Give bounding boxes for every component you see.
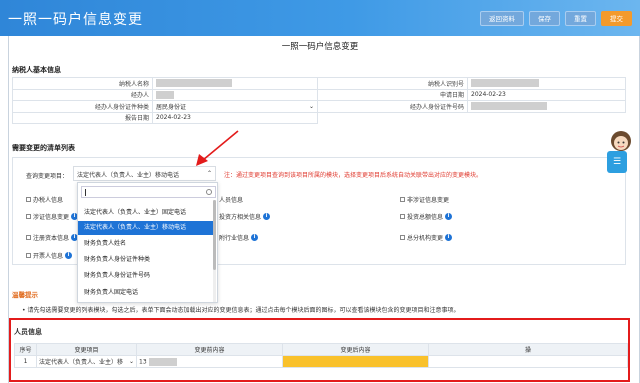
table-header-row: 序号 变更项目 变更前内容 变更后内容 操 bbox=[14, 343, 628, 356]
chevron-down-icon: ⌄ bbox=[128, 358, 134, 365]
tips-text: • 请先勾选需要变更的列表模块，勾选之后，表单下面会动态加载出对应的变更信息表；… bbox=[22, 307, 460, 314]
col-item: 变更项目 bbox=[36, 343, 137, 356]
col-before: 变更前内容 bbox=[136, 343, 283, 356]
col-action: 操 bbox=[428, 343, 628, 356]
feedback-button[interactable]: ☰ bbox=[607, 151, 627, 173]
redacted-block bbox=[148, 357, 177, 366]
person-info-heading: 人员信息 bbox=[14, 328, 42, 336]
table-row: 1 法定代表人（负责人、业主）移 ⌄ 13 bbox=[14, 355, 628, 368]
row-item-select[interactable]: 法定代表人（负责人、业主）移 ⌄ bbox=[36, 355, 137, 368]
row-after-input[interactable] bbox=[282, 355, 429, 368]
row-item-value: 法定代表人（负责人、业主）移 bbox=[39, 359, 124, 366]
row-index: 1 bbox=[14, 355, 37, 368]
col-index: 序号 bbox=[14, 343, 37, 356]
person-info-table: 序号 变更项目 变更前内容 变更后内容 操 1 法定代表人（负责人、业主）移 ⌄ … bbox=[14, 343, 628, 368]
col-after: 变更后内容 bbox=[282, 343, 429, 356]
document-icon: ☰ bbox=[612, 157, 622, 167]
row-before-value: 13 bbox=[136, 355, 283, 368]
row-action[interactable] bbox=[428, 355, 628, 368]
tips-heading: 温馨提示 bbox=[12, 291, 38, 299]
